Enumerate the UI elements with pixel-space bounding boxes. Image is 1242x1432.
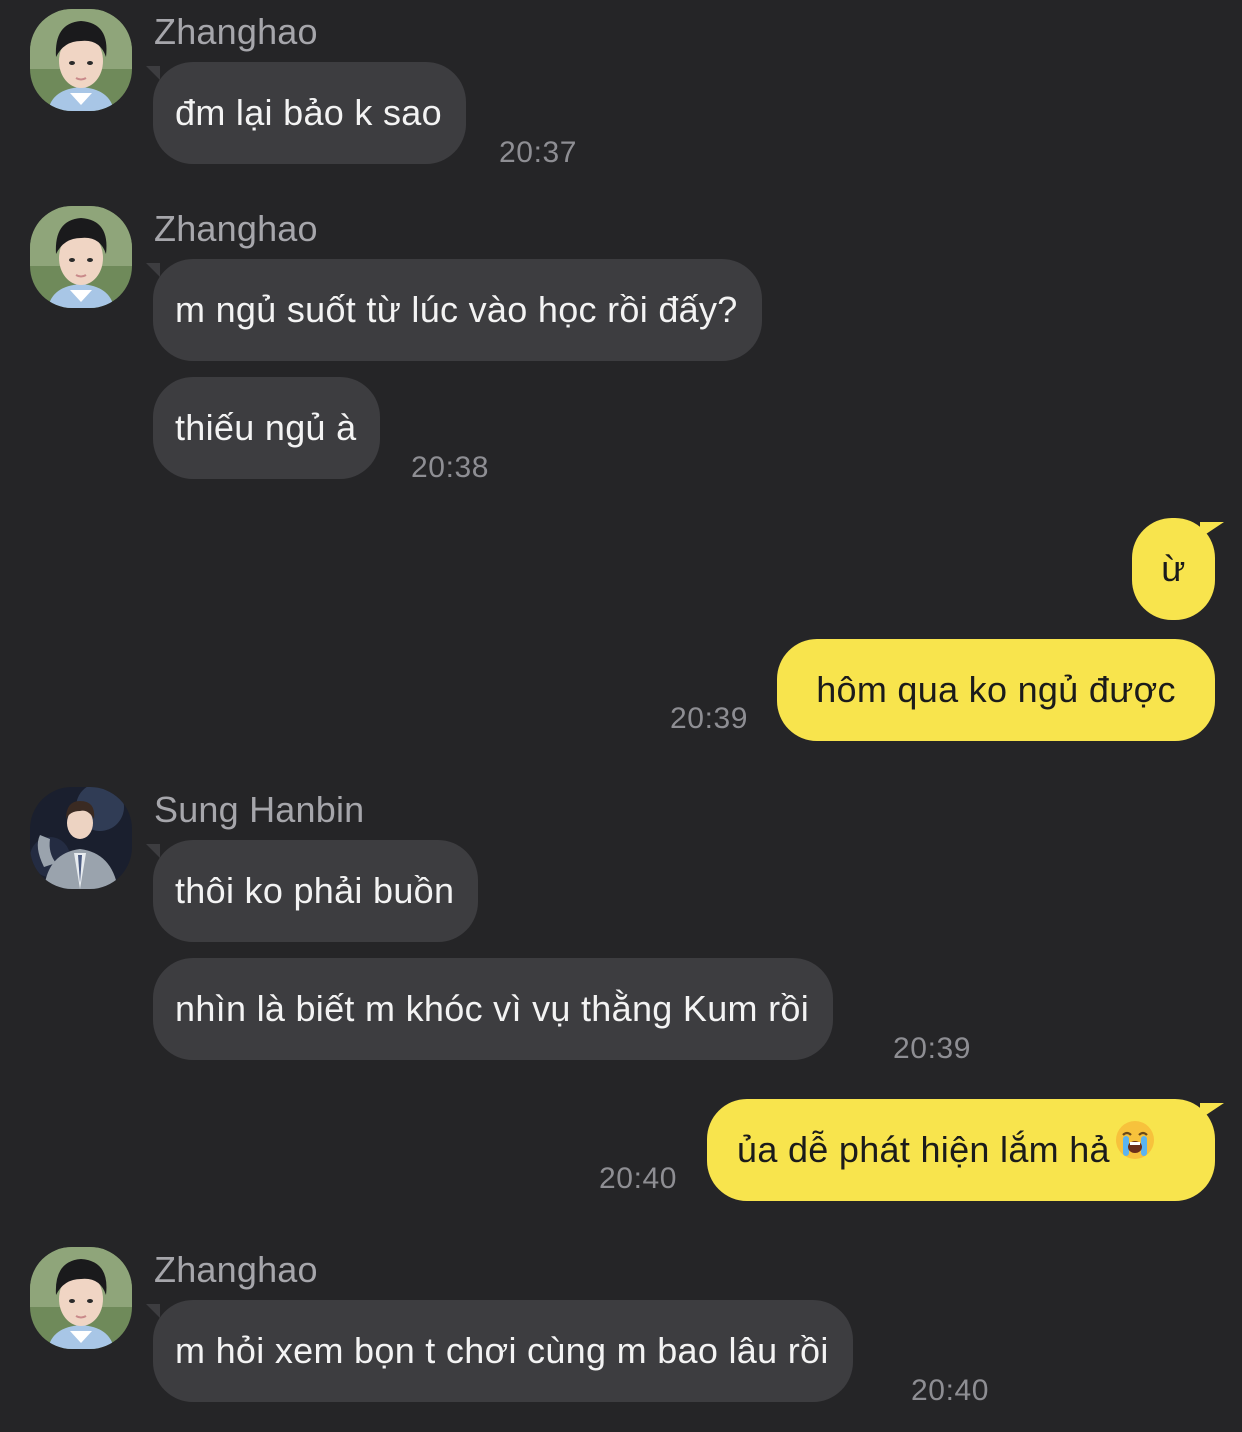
message-timestamp: 20:39 (893, 1032, 972, 1065)
avatar-zhanghao[interactable] (30, 206, 132, 308)
message-timestamp: 20:40 (599, 1162, 678, 1195)
message-text: ủa dễ phát hiện lắm hả (737, 1129, 1110, 1170)
sender-name: Zhanghao (154, 1249, 318, 1290)
sender-name: Zhanghao (154, 11, 318, 52)
message-timestamp: 20:38 (411, 451, 490, 484)
message-timestamp: 20:40 (911, 1374, 990, 1407)
message-bubble-incoming[interactable]: đm lại bảo k sao (153, 62, 466, 164)
message-bubble-incoming[interactable]: m hỏi xem bọn t chơi cùng m bao lâu rồi (153, 1300, 853, 1402)
message-timestamp: 20:37 (499, 136, 578, 169)
avatar-zhanghao[interactable] (30, 9, 132, 111)
bubble-tail (146, 66, 160, 80)
message-bubble-incoming[interactable]: m ngủ suốt từ lúc vào học rồi đấy? (153, 259, 762, 361)
avatar-sung-hanbin[interactable] (30, 787, 132, 889)
message-bubble-outgoing[interactable]: ủa dễ phát hiện lắm hả (707, 1099, 1215, 1201)
sender-name: Zhanghao (154, 208, 318, 249)
message-bubble-incoming[interactable]: thôi ko phải buồn (153, 840, 479, 942)
bubble-tail (146, 844, 160, 858)
sender-name: Sung Hanbin (154, 789, 365, 830)
bubble-tail (146, 1304, 160, 1318)
message-bubble-outgoing[interactable]: ừ (1132, 518, 1215, 620)
loudly-crying-face-emoji-icon (1114, 1098, 1156, 1200)
message-bubble-outgoing[interactable]: hôm qua ko ngủ được (777, 639, 1215, 741)
message-bubble-incoming[interactable]: thiếu ngủ à (153, 377, 381, 479)
message-bubble-incoming[interactable]: nhìn là biết m khóc vì vụ thằng Kum rồi (153, 958, 834, 1060)
message-timestamp: 20:39 (670, 702, 749, 735)
avatar-zhanghao[interactable] (30, 1247, 132, 1349)
bubble-tail (146, 263, 160, 277)
